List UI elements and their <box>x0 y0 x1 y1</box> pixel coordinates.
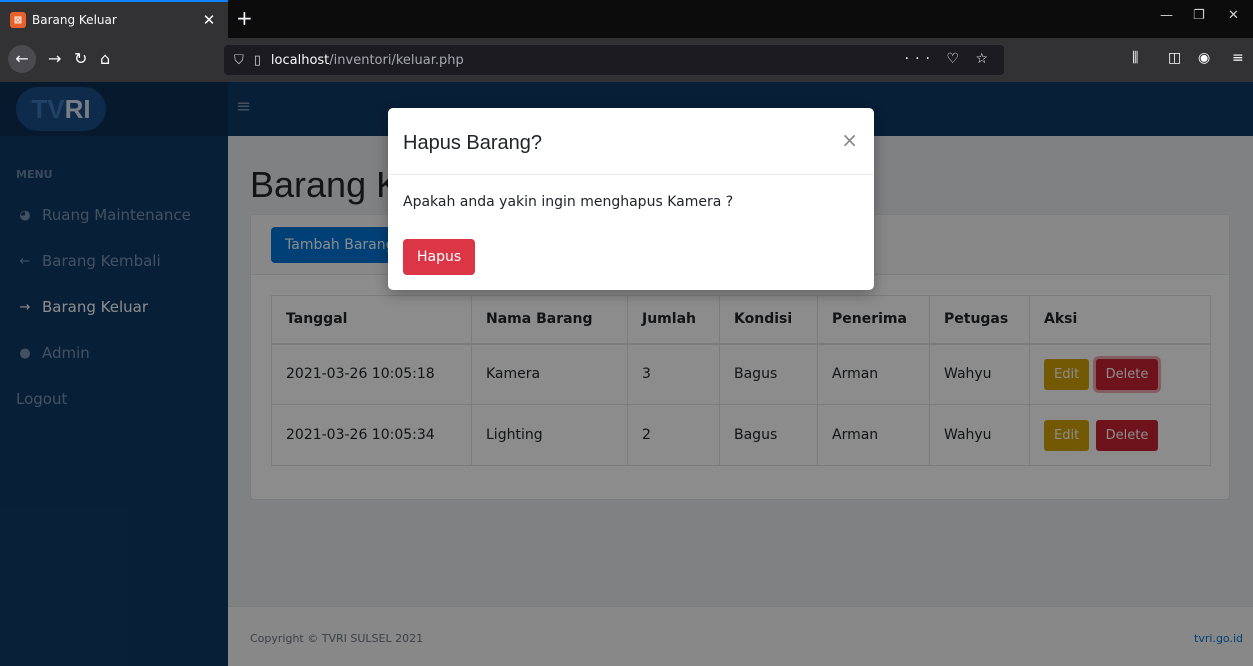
browser-tab-bar: ⊠ Barang Keluar ✕ + — ❐ ✕ <box>0 0 1253 38</box>
minimize-icon[interactable]: — <box>1160 8 1173 23</box>
page-actions-icon[interactable]: ··· ♡ ☆ <box>905 51 994 67</box>
address-bar[interactable]: ⛉ ▯ localhost/inventori/keluar.php ··· ♡… <box>224 45 1004 75</box>
forward-icon[interactable]: → <box>48 48 61 70</box>
url-host: localhost <box>270 52 330 68</box>
library-icon[interactable]: ⫼ <box>1132 50 1138 66</box>
browser-tab[interactable]: ⊠ Barang Keluar ✕ <box>0 0 228 38</box>
page-icon: ▯ <box>253 52 261 68</box>
restore-icon[interactable]: ❐ <box>1193 8 1205 23</box>
new-tab-button[interactable]: + <box>236 6 253 30</box>
back-icon[interactable]: ← <box>8 45 36 73</box>
browser-navigation-bar: ← → ↻ ⌂ ⛉ ▯ localhost/inventori/keluar.p… <box>0 38 1253 82</box>
tab-title: Barang Keluar <box>32 13 117 27</box>
modal-header: Hapus Barang? × <box>388 108 874 175</box>
url-path: /inventori/keluar.php <box>329 52 464 68</box>
app-menu-icon[interactable]: ≡ <box>1232 50 1244 66</box>
modal-message: Apakah anda yakin ingin menghapus Kamera… <box>403 194 734 210</box>
home-icon[interactable]: ⌂ <box>100 48 110 70</box>
confirm-delete-button[interactable]: Hapus <box>403 239 476 275</box>
modal-title: Hapus Barang? <box>403 132 542 154</box>
modal-close-icon[interactable]: × <box>841 128 858 152</box>
account-icon[interactable]: ◉ <box>1198 50 1210 66</box>
window-close-icon[interactable]: ✕ <box>1228 8 1239 23</box>
tab-close-icon[interactable]: ✕ <box>200 11 218 29</box>
reload-icon[interactable]: ↻ <box>74 48 87 70</box>
shield-icon[interactable]: ⛉ <box>234 53 244 68</box>
sidebar-toggle-icon[interactable]: ◫ <box>1168 50 1181 66</box>
favicon-icon: ⊠ <box>10 12 26 28</box>
delete-confirm-modal: Hapus Barang? × Apakah anda yakin ingin … <box>388 108 874 290</box>
